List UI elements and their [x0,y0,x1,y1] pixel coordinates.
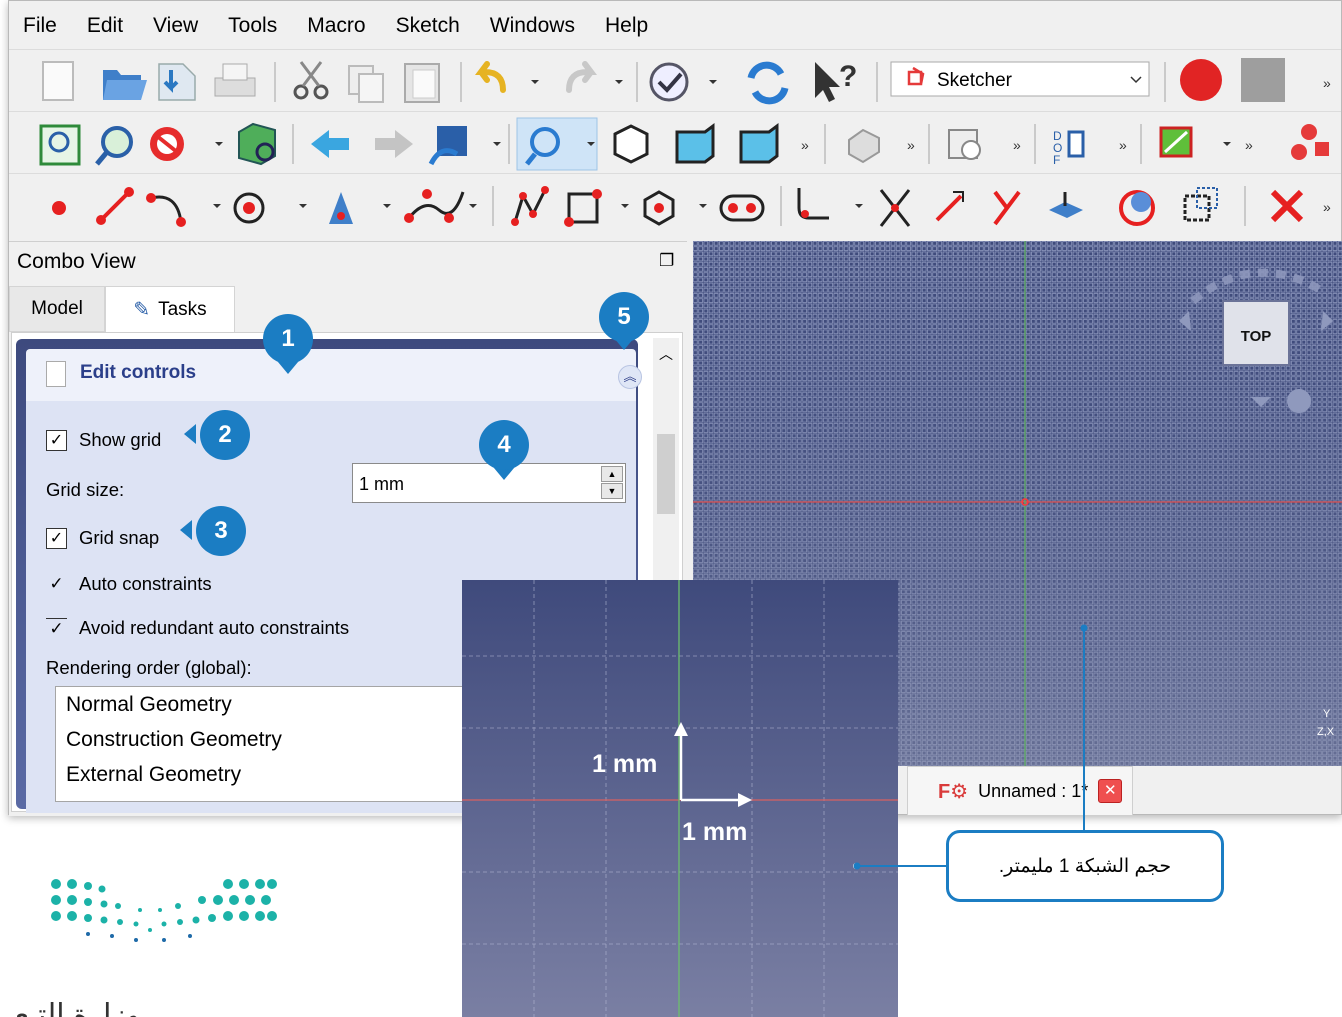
ministry-logo [0,870,300,1017]
ministry-logo-text: وزارة التـعـ [6,999,141,1017]
grid-size-note: حجم الشبكة 1 مليمتر. [946,830,1224,902]
callout-badge-1: 1 [263,314,313,364]
callout-badge-3: 3 [196,506,246,556]
callout-badge-5: 5 [599,292,649,342]
callout-badge-2: 2 [200,410,250,460]
callout-badge-4: 4 [479,420,529,470]
grid-size-note-text: حجم الشبكة 1 مليمتر. [998,855,1172,877]
